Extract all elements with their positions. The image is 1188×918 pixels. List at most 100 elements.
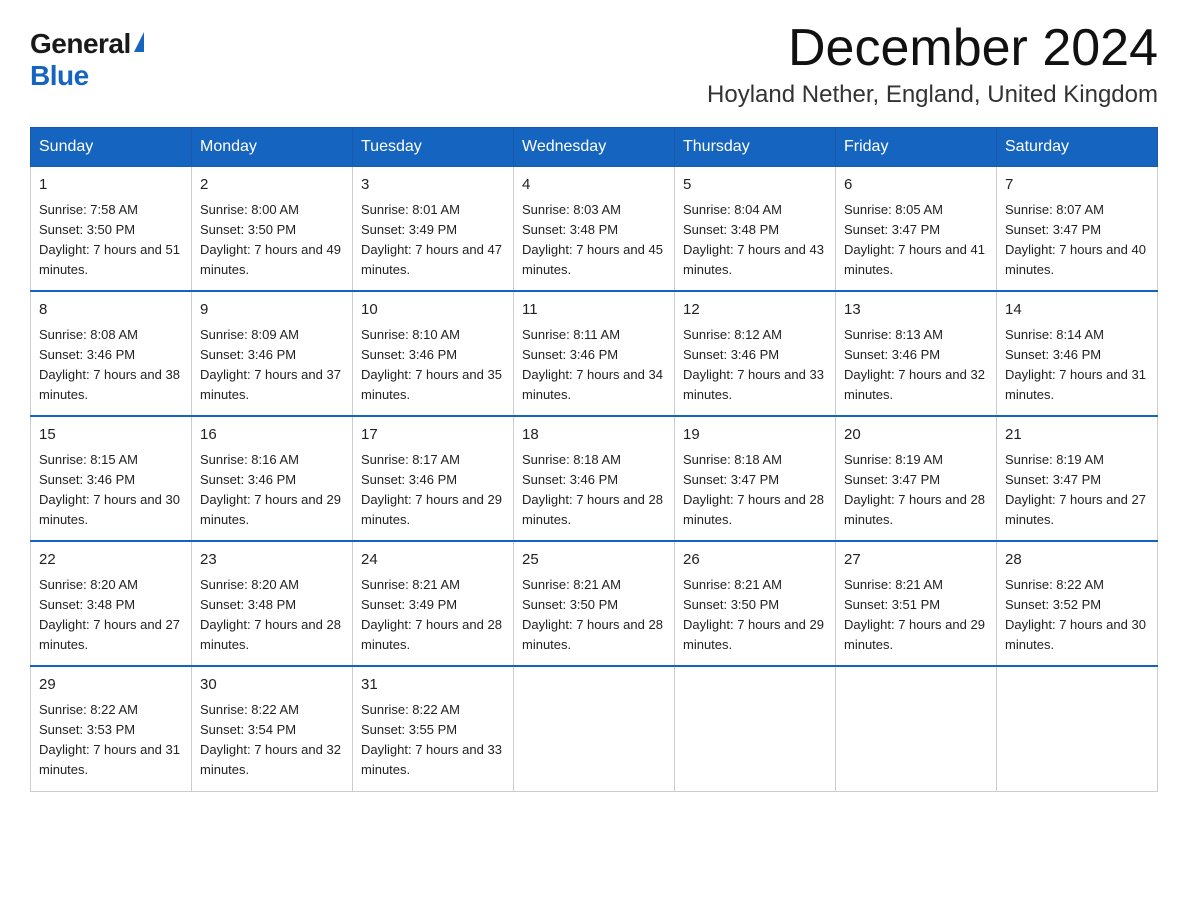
logo-triangle-icon <box>134 32 144 52</box>
calendar-week-row: 1Sunrise: 7:58 AMSunset: 3:50 PMDaylight… <box>31 167 1158 292</box>
calendar-cell: 3 Sunrise: 8:01 AMSunset: 3:49 PMDaylight… <box>353 167 514 292</box>
calendar-cell: 29 Sunrise: 8:22 AMSunset: 3:53 PMDayligh… <box>31 666 192 791</box>
day-number: 4 <box>522 174 666 197</box>
calendar-cell <box>997 666 1158 791</box>
calendar-cell: 14 Sunrise: 8:14 AMSunset: 3:46 PMDayligh… <box>997 291 1158 416</box>
calendar-cell: 28 Sunrise: 8:22 AMSunset: 3:52 PMDayligh… <box>997 541 1158 666</box>
day-number: 11 <box>522 299 666 322</box>
calendar-cell: 1Sunrise: 7:58 AMSunset: 3:50 PMDaylight… <box>31 167 192 292</box>
day-number: 16 <box>200 424 344 447</box>
day-info: Sunrise: 8:21 AMSunset: 3:49 PMDaylight:… <box>361 577 502 652</box>
day-info: Sunrise: 8:08 AMSunset: 3:46 PMDaylight:… <box>39 327 180 402</box>
calendar-cell: 12 Sunrise: 8:12 AMSunset: 3:46 PMDayligh… <box>675 291 836 416</box>
calendar-cell <box>836 666 997 791</box>
calendar-cell: 24 Sunrise: 8:21 AMSunset: 3:49 PMDayligh… <box>353 541 514 666</box>
day-number: 31 <box>361 674 505 697</box>
day-info: Sunrise: 8:13 AMSunset: 3:46 PMDaylight:… <box>844 327 985 402</box>
calendar-cell: 5 Sunrise: 8:04 AMSunset: 3:48 PMDaylight… <box>675 167 836 292</box>
calendar-cell: 15 Sunrise: 8:15 AMSunset: 3:46 PMDayligh… <box>31 416 192 541</box>
day-info: Sunrise: 8:12 AMSunset: 3:46 PMDaylight:… <box>683 327 824 402</box>
day-info: Sunrise: 8:03 AMSunset: 3:48 PMDaylight:… <box>522 202 663 277</box>
logo-general: General <box>30 28 131 60</box>
day-info: Sunrise: 8:21 AMSunset: 3:50 PMDaylight:… <box>683 577 824 652</box>
calendar-cell <box>514 666 675 791</box>
calendar-cell: 9 Sunrise: 8:09 AMSunset: 3:46 PMDaylight… <box>192 291 353 416</box>
calendar-cell: 21 Sunrise: 8:19 AMSunset: 3:47 PMDayligh… <box>997 416 1158 541</box>
day-number: 20 <box>844 424 988 447</box>
day-info: Sunrise: 8:20 AMSunset: 3:48 PMDaylight:… <box>39 577 180 652</box>
day-info: Sunrise: 8:11 AMSunset: 3:46 PMDaylight:… <box>522 327 663 402</box>
calendar-cell: 18Sunrise: 8:18 AMSunset: 3:46 PMDayligh… <box>514 416 675 541</box>
weekday-header-wednesday: Wednesday <box>514 128 675 167</box>
calendar-cell: 17 Sunrise: 8:17 AMSunset: 3:46 PMDayligh… <box>353 416 514 541</box>
day-info: Sunrise: 8:07 AMSunset: 3:47 PMDaylight:… <box>1005 202 1146 277</box>
day-info: Sunrise: 8:16 AMSunset: 3:46 PMDaylight:… <box>200 452 341 527</box>
day-info: Sunrise: 8:05 AMSunset: 3:47 PMDaylight:… <box>844 202 985 277</box>
calendar-cell <box>675 666 836 791</box>
day-number: 3 <box>361 174 505 197</box>
calendar-cell: 30Sunrise: 8:22 AMSunset: 3:54 PMDayligh… <box>192 666 353 791</box>
day-info: Sunrise: 8:19 AMSunset: 3:47 PMDaylight:… <box>1005 452 1146 527</box>
day-info: Sunrise: 8:15 AMSunset: 3:46 PMDaylight:… <box>39 452 180 527</box>
calendar-cell: 26 Sunrise: 8:21 AMSunset: 3:50 PMDayligh… <box>675 541 836 666</box>
day-info: Sunrise: 8:22 AMSunset: 3:53 PMDaylight:… <box>39 702 180 777</box>
day-number: 9 <box>200 299 344 322</box>
day-info: Sunrise: 8:01 AMSunset: 3:49 PMDaylight:… <box>361 202 502 277</box>
calendar-cell: 19 Sunrise: 8:18 AMSunset: 3:47 PMDayligh… <box>675 416 836 541</box>
day-info: Sunrise: 8:04 AMSunset: 3:48 PMDaylight:… <box>683 202 824 277</box>
day-number: 12 <box>683 299 827 322</box>
day-number: 25 <box>522 549 666 572</box>
day-info: Sunrise: 8:19 AMSunset: 3:47 PMDaylight:… <box>844 452 985 527</box>
calendar-cell: 20 Sunrise: 8:19 AMSunset: 3:47 PMDayligh… <box>836 416 997 541</box>
weekday-header-tuesday: Tuesday <box>353 128 514 167</box>
calendar-cell: 25 Sunrise: 8:21 AMSunset: 3:50 PMDayligh… <box>514 541 675 666</box>
day-number: 28 <box>1005 549 1149 572</box>
weekday-header-saturday: Saturday <box>997 128 1158 167</box>
day-number: 23 <box>200 549 344 572</box>
calendar-cell: 6 Sunrise: 8:05 AMSunset: 3:47 PMDaylight… <box>836 167 997 292</box>
day-info: Sunrise: 8:14 AMSunset: 3:46 PMDaylight:… <box>1005 327 1146 402</box>
day-info: Sunrise: 8:18 AMSunset: 3:47 PMDaylight:… <box>683 452 824 527</box>
day-number: 30 <box>200 674 344 697</box>
location-title: Hoyland Nether, England, United Kingdom <box>707 81 1158 109</box>
day-number: 5 <box>683 174 827 197</box>
calendar-cell: 13Sunrise: 8:13 AMSunset: 3:46 PMDayligh… <box>836 291 997 416</box>
day-number: 6 <box>844 174 988 197</box>
day-number: 8 <box>39 299 183 322</box>
day-number: 2 <box>200 174 344 197</box>
day-number: 18 <box>522 424 666 447</box>
calendar-cell: 22Sunrise: 8:20 AMSunset: 3:48 PMDayligh… <box>31 541 192 666</box>
day-number: 26 <box>683 549 827 572</box>
day-number: 19 <box>683 424 827 447</box>
weekday-header-monday: Monday <box>192 128 353 167</box>
calendar-table: SundayMondayTuesdayWednesdayThursdayFrid… <box>30 127 1158 791</box>
day-number: 21 <box>1005 424 1149 447</box>
calendar-cell: 4 Sunrise: 8:03 AMSunset: 3:48 PMDaylight… <box>514 167 675 292</box>
calendar-cell: 2 Sunrise: 8:00 AMSunset: 3:50 PMDaylight… <box>192 167 353 292</box>
calendar-cell: 23Sunrise: 8:20 AMSunset: 3:48 PMDayligh… <box>192 541 353 666</box>
calendar-week-row: 29 Sunrise: 8:22 AMSunset: 3:53 PMDayligh… <box>31 666 1158 791</box>
day-info: Sunrise: 8:09 AMSunset: 3:46 PMDaylight:… <box>200 327 341 402</box>
weekday-header-thursday: Thursday <box>675 128 836 167</box>
weekday-header-friday: Friday <box>836 128 997 167</box>
calendar-week-row: 15 Sunrise: 8:15 AMSunset: 3:46 PMDayligh… <box>31 416 1158 541</box>
calendar-cell: 7Sunrise: 8:07 AMSunset: 3:47 PMDaylight… <box>997 167 1158 292</box>
day-info: Sunrise: 8:21 AMSunset: 3:50 PMDaylight:… <box>522 577 663 652</box>
day-number: 1 <box>39 174 183 197</box>
month-title: December 2024 <box>707 20 1158 77</box>
calendar-cell: 10 Sunrise: 8:10 AMSunset: 3:46 PMDayligh… <box>353 291 514 416</box>
day-info: Sunrise: 8:17 AMSunset: 3:46 PMDaylight:… <box>361 452 502 527</box>
calendar-cell: 16 Sunrise: 8:16 AMSunset: 3:46 PMDayligh… <box>192 416 353 541</box>
day-number: 15 <box>39 424 183 447</box>
day-number: 10 <box>361 299 505 322</box>
weekday-header-sunday: Sunday <box>31 128 192 167</box>
day-number: 24 <box>361 549 505 572</box>
day-number: 27 <box>844 549 988 572</box>
day-info: Sunrise: 8:10 AMSunset: 3:46 PMDaylight:… <box>361 327 502 402</box>
day-number: 14 <box>1005 299 1149 322</box>
day-info: Sunrise: 8:22 AMSunset: 3:52 PMDaylight:… <box>1005 577 1146 652</box>
day-number: 29 <box>39 674 183 697</box>
day-number: 17 <box>361 424 505 447</box>
day-info: Sunrise: 8:00 AMSunset: 3:50 PMDaylight:… <box>200 202 341 277</box>
calendar-cell: 8 Sunrise: 8:08 AMSunset: 3:46 PMDaylight… <box>31 291 192 416</box>
